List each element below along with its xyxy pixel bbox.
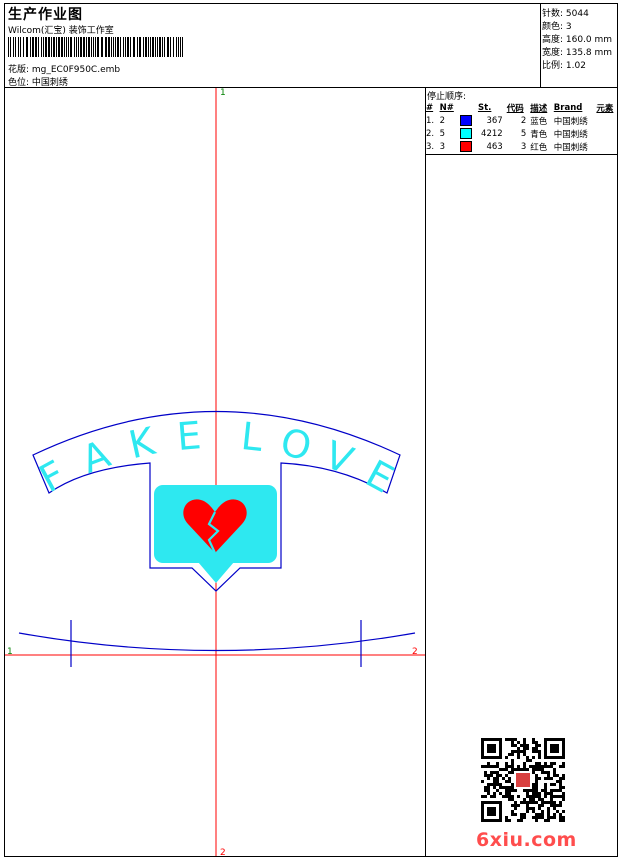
- row-code: 2: [520, 115, 527, 126]
- banner-letter: A: [76, 432, 116, 482]
- row-stitches: 4212: [481, 128, 503, 139]
- banner-letter: F: [32, 452, 72, 501]
- col-element: 元素: [596, 103, 614, 114]
- banner-letter: E: [359, 452, 401, 502]
- row-number: 3.: [426, 141, 435, 152]
- row-description: 青色: [530, 129, 548, 140]
- row-element: [594, 127, 618, 140]
- sheet-title: 生产作业图: [8, 7, 83, 23]
- col-number: #: [426, 102, 434, 113]
- barcode: [8, 37, 183, 57]
- axis-marker-bottom: 2: [220, 848, 226, 856]
- col-code: 代码: [506, 103, 524, 114]
- color-swatch: [458, 140, 476, 153]
- banner-letter: K: [125, 419, 160, 468]
- table-row: 2. 5 4212 5 青色 中国刺绣: [424, 127, 618, 140]
- row-description: 红色: [530, 142, 548, 153]
- design-preview: FAKELOVE 1 2 1 2: [5, 88, 425, 856]
- row-needle: 2: [439, 115, 445, 126]
- row-number: 1.: [426, 115, 435, 126]
- color-position-label: 色位: 中国刺绣: [8, 78, 68, 88]
- axis-marker-top: 1: [220, 88, 226, 98]
- row-needle: 3: [439, 141, 445, 152]
- row-code: 3: [520, 141, 527, 152]
- table-row: 1. 2 367 2 蓝色 中国刺绣: [424, 114, 618, 127]
- table-row: 3. 3 463 3 红色 中国刺绣: [424, 140, 618, 153]
- stats-divider: [540, 3, 541, 87]
- row-element: [594, 140, 618, 153]
- row-element: [594, 114, 618, 127]
- row-description: 蓝色: [530, 116, 548, 127]
- col-swatch: [458, 101, 476, 114]
- stop-sequence-header: # N# St. 代码 描述 Brand 元素: [424, 101, 618, 114]
- watermark-logo: 6xiu.com: [476, 829, 577, 851]
- row-brand: 中国刺绣: [553, 116, 588, 127]
- stitch-count: 针数: 5044: [542, 9, 589, 19]
- side-panel-divider: [425, 87, 426, 857]
- company-name: Wilcom(汇宝) 装饰工作室: [8, 26, 114, 36]
- axis-marker-left: 1: [7, 647, 13, 657]
- col-description: 描述: [530, 103, 548, 114]
- design-width: 宽度: 135.8 mm: [542, 48, 613, 58]
- row-code: 5: [520, 128, 527, 139]
- row-number: 2.: [426, 128, 435, 139]
- base-curve: [18, 632, 416, 652]
- bubble-tail: [198, 562, 234, 583]
- banner-letter: L: [239, 414, 265, 460]
- design-file-label: 花版: mg_EC0F950C.emb: [8, 65, 121, 75]
- scale-ratio: 比例: 1.02: [542, 61, 586, 71]
- row-needle: 5: [439, 128, 445, 139]
- banner-letter: O: [276, 420, 315, 470]
- axis-marker-right: 2: [412, 647, 418, 657]
- col-brand: Brand: [553, 102, 583, 113]
- stop-table-bottom: [425, 154, 618, 155]
- design-height: 高度: 160.0 mm: [542, 35, 613, 45]
- color-swatch: [458, 127, 476, 140]
- row-stitches: 463: [486, 141, 503, 152]
- stop-sequence-table: # N# St. 代码 描述 Brand 元素 1. 2 367 2 蓝色 中国…: [424, 101, 618, 153]
- row-brand: 中国刺绣: [553, 129, 588, 140]
- banner-letter: V: [319, 433, 359, 483]
- qr-code: [481, 738, 565, 822]
- banner-letter: E: [175, 413, 202, 459]
- row-brand: 中国刺绣: [553, 142, 588, 153]
- color-swatch: [458, 114, 476, 127]
- color-count: 颜色: 3: [542, 22, 572, 32]
- col-stitches: St.: [477, 102, 492, 113]
- row-stitches: 367: [486, 115, 503, 126]
- col-needle: N#: [439, 102, 454, 113]
